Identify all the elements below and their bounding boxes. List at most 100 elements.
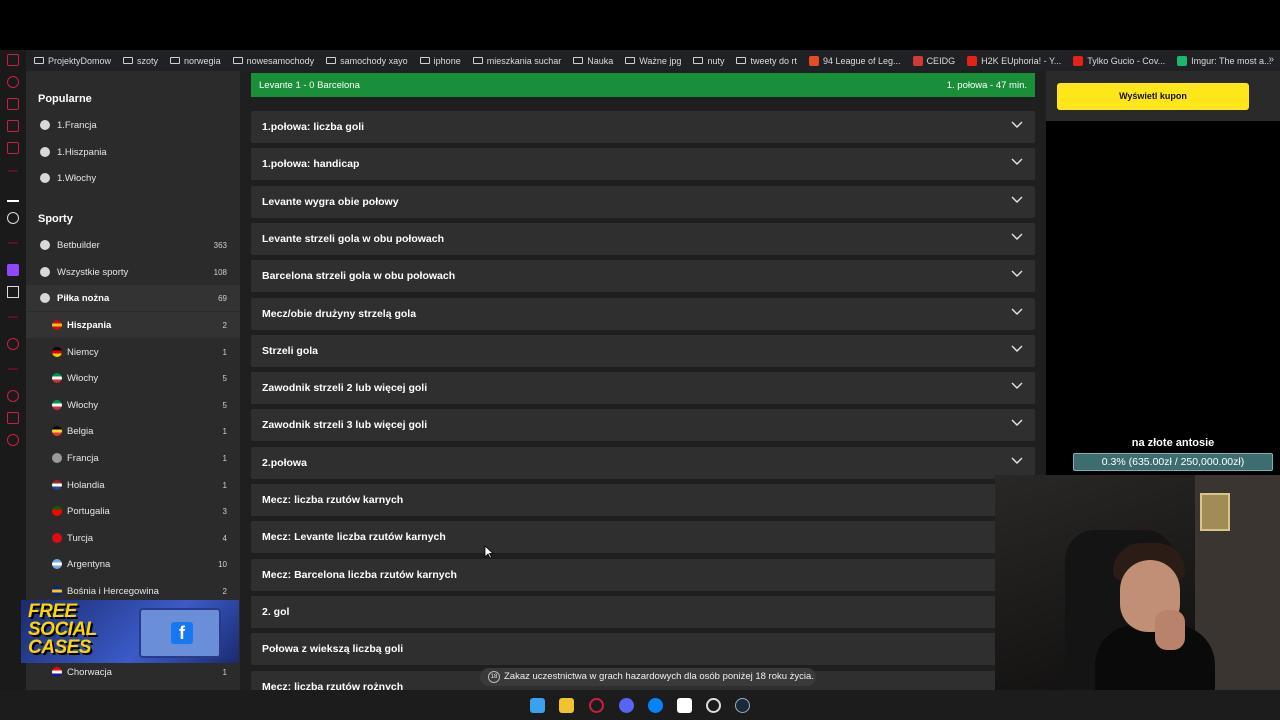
folder-icon [170,57,181,64]
divider [8,170,18,172]
bookmark-item[interactable]: nuty [693,56,724,66]
bookmark-item[interactable]: szoty [123,56,158,66]
app-icon[interactable] [7,338,19,350]
bookmark-item[interactable]: iphone [419,56,461,66]
sidebar-popular-item[interactable]: 1.Włochy [26,165,240,191]
live-score-bar[interactable]: Levante 1 - 0 Barcelona 1. połowa - 47 m… [251,73,1035,97]
app-icon[interactable] [7,120,19,132]
steam-icon[interactable] [735,698,750,713]
discord-icon[interactable] [619,698,634,713]
free-social-cases-ad[interactable]: f FREE SOCIAL CASES [21,600,239,663]
market-row[interactable]: Mecz/obie drużyny strzelą gola [251,297,1035,330]
market-title: Zawodnik strzeli 2 lub więcej goli [262,382,428,395]
show-coupon-button[interactable]: Wyświetl kupon [1057,83,1249,110]
chevron-down-icon[interactable] [1011,382,1023,390]
market-row[interactable]: Zawodnik strzeli 3 lub więcej goli [251,409,1035,442]
sidebar-country-item[interactable]: Niemcy 1 [26,339,240,365]
bookmark-item[interactable]: mieszkania suchar [472,56,561,66]
sidebar-country-item[interactable]: Belgia 1 [26,418,240,444]
app-icon[interactable] [7,54,19,66]
market-row[interactable]: Barcelona strzeli gola w obu połowach [251,260,1035,293]
clock-icon[interactable] [7,390,19,402]
sidebar-item-label: Włochy [67,373,99,385]
sidebar-country-item[interactable]: Włochy 5 [26,392,240,418]
market-title: 1.połowa: handicap [262,158,360,171]
market-row[interactable]: Strzeli gola [251,334,1035,367]
sidebar-sport-item[interactable]: Betbuilder 363 [26,232,240,258]
sidebar-country-item[interactable]: Argentyna 10 [26,551,240,577]
bookmark-item[interactable]: 94 League of Leg... [808,55,901,66]
chevron-down-icon[interactable] [1011,233,1023,241]
app-icon[interactable] [7,76,19,88]
bookmark-item[interactable]: ProjektyDomow [34,56,111,66]
folder-icon [625,57,636,64]
market-row[interactable]: Levante wygra obie połowy [251,185,1035,218]
bookmark-label: 94 League of Leg... [822,55,901,66]
gear-icon[interactable] [7,434,19,446]
chevron-down-icon[interactable] [1011,270,1023,278]
bookmark-item[interactable]: tweety do rt [736,56,797,66]
app-icon[interactable] [7,190,19,202]
twitch-icon[interactable] [7,264,19,276]
market-row[interactable]: 1.połowa: liczba goli [251,111,1035,143]
app-icon[interactable] [677,698,692,713]
sidebar-item-count: 3 [222,507,227,517]
bookmark-label: CEIDG [926,55,956,66]
chevron-down-icon[interactable] [1011,158,1023,166]
bookmark-item[interactable]: Ważne jpg [625,56,681,66]
market-row[interactable]: Mecz: liczba rzutów karnych [251,484,1035,516]
bookmark-item[interactable]: CEIDG [912,55,956,66]
sidebar-popular-item[interactable]: 1.Francja [26,112,240,138]
sports-heading: Sporty [38,213,73,225]
sidebar-country-item[interactable]: Włochy 5 [26,365,240,391]
messenger-icon[interactable] [648,698,663,713]
browser-icon[interactable] [589,698,604,713]
soccer-ball-icon [40,146,50,157]
market-row[interactable]: Mecz: Barcelona liczba rzutów karnych [251,558,1035,591]
sidebar-country-item[interactable]: Turcja 4 [26,525,240,551]
app-icon[interactable] [7,412,19,424]
market-row[interactable]: 1.połowa: handicap [251,148,1035,181]
market-title: 2. gol [262,605,290,618]
market-row[interactable]: 2.połowa [251,446,1035,479]
sidebar-popular-item[interactable]: 1.Hiszpania [26,139,240,165]
market-row[interactable]: 2. gol [251,595,1035,628]
bookmark-label: Tylko Gucio - Cov... [1087,55,1166,66]
chevron-down-icon[interactable] [1011,419,1023,427]
chevron-down-icon[interactable] [1011,308,1023,316]
sidebar-sport-item[interactable]: Wszystkie sporty 108 [26,259,240,285]
bookmark-item[interactable]: Imgur: The most a... [1177,55,1272,66]
file-explorer-icon[interactable] [559,698,574,713]
sidebar-country-item[interactable]: Holandia 1 [26,472,240,498]
market-row[interactable]: Levante strzeli gola w obu połowach [251,222,1035,255]
bookmark-item[interactable]: Tylko Gucio - Cov... [1073,55,1166,66]
market-title: Mecz: Barcelona liczba rzutów karnych [262,568,457,581]
sidebar-item-count: 69 [218,294,227,304]
app-icon[interactable] [706,698,721,713]
market-row[interactable]: Połowa z wiekszą liczbą goli [251,633,1035,666]
sidebar-country-item[interactable]: Portugalia 3 [26,498,240,524]
market-row[interactable]: Mecz: Levante liczba rzutów karnych [251,521,1035,554]
more-bookmarks-icon[interactable]: » [1268,54,1274,65]
bookmark-item[interactable]: norwegia [170,56,221,66]
sidebar-item-label: Hiszpania [67,320,112,331]
bookmark-item[interactable]: H2K EUphoria! - Y... [967,55,1061,66]
bookmark-item[interactable]: Nauka [573,56,613,66]
chevron-down-icon[interactable] [1011,457,1023,465]
market-row[interactable]: Zawodnik strzeli 2 lub więcej goli [251,372,1035,405]
chevron-down-icon[interactable] [1011,345,1023,353]
chevron-down-icon[interactable] [1011,121,1023,129]
app-icon[interactable] [7,212,19,224]
sidebar-country-item[interactable]: Hiszpania 2 [26,312,240,338]
sidebar-country-item[interactable]: Francja 1 [26,445,240,471]
bookmark-item[interactable]: nowesamochody [232,56,314,66]
sidebar-sport-item[interactable]: Piłka nożna 69 [26,285,240,312]
bookmark-item[interactable]: samochody xayo [326,56,408,66]
app-icon[interactable] [7,98,19,110]
x-icon[interactable] [7,286,19,298]
sidebar-item-label: Niemcy [67,346,99,358]
chevron-down-icon[interactable] [1011,196,1023,204]
app-icon[interactable] [7,142,19,154]
country-flag-icon [52,559,62,570]
windows-start-icon[interactable] [530,698,545,713]
